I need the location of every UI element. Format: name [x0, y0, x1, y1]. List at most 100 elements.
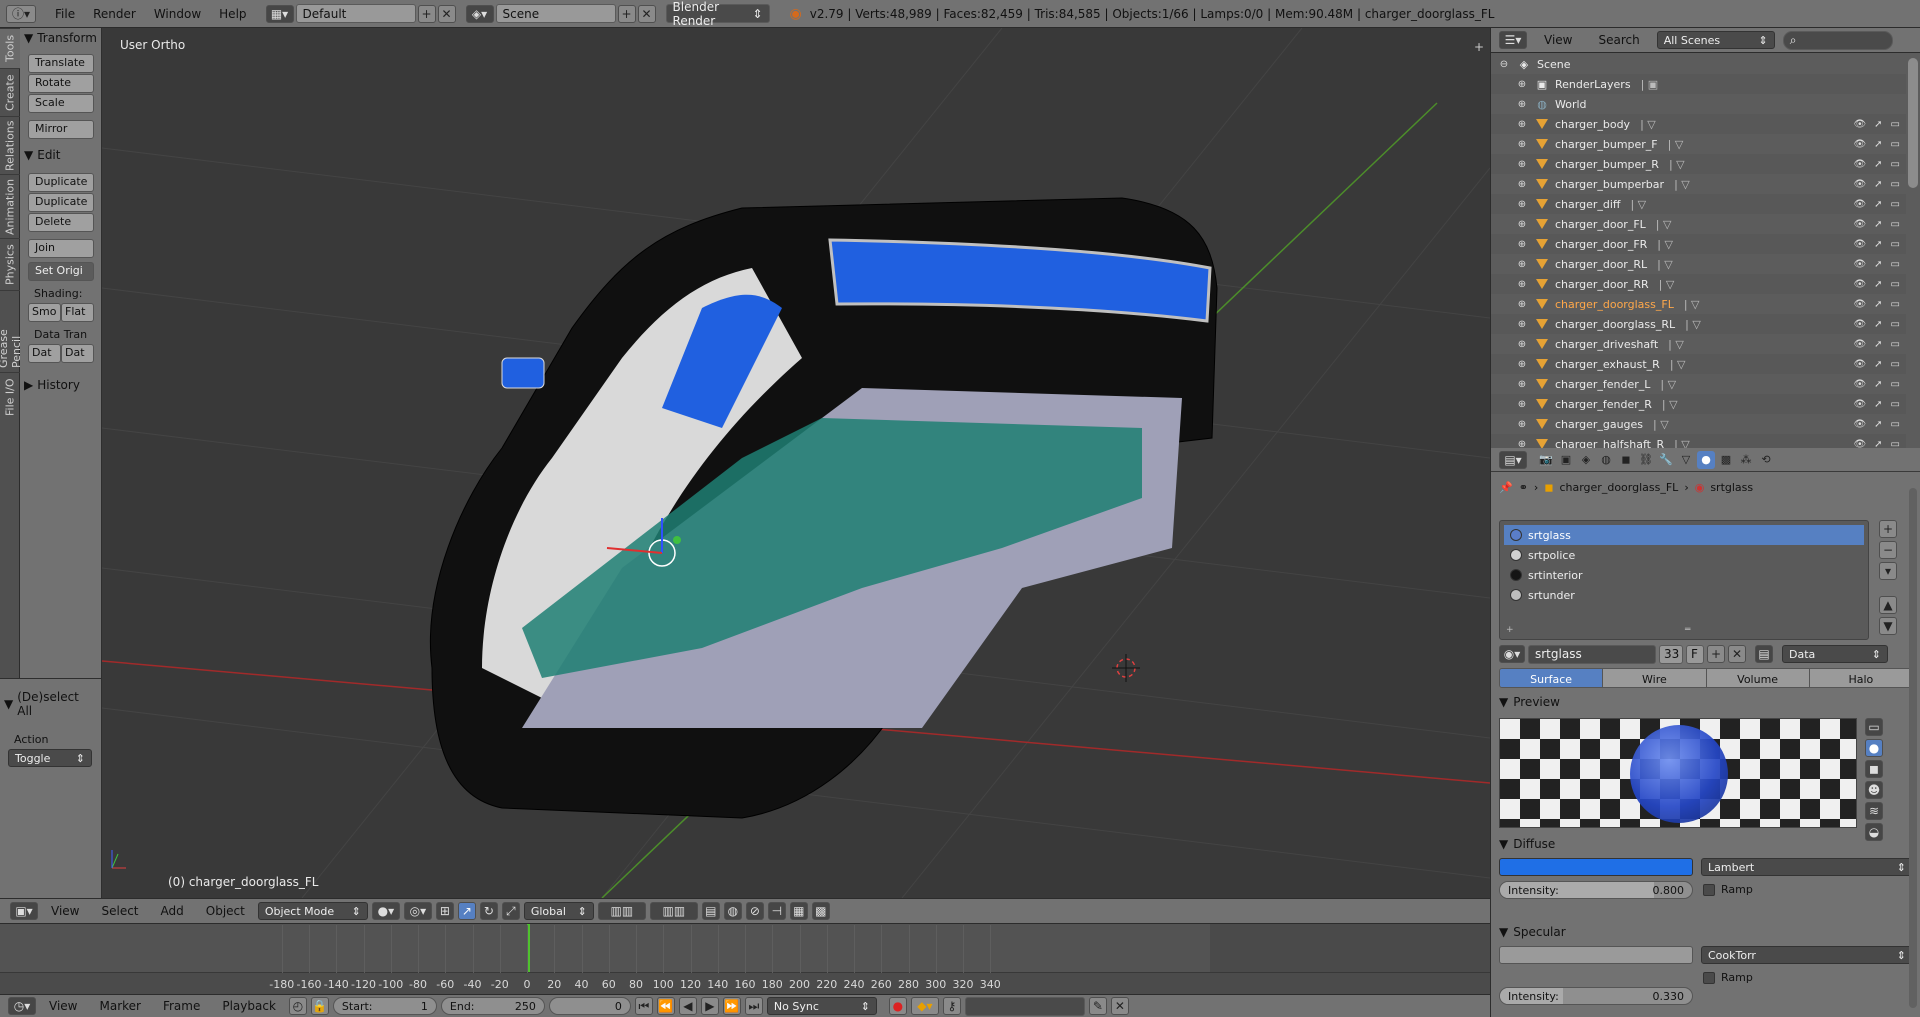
- outliner-item-name[interactable]: charger_gauges: [1555, 418, 1643, 431]
- translate-manipulator-icon[interactable]: ↗: [457, 902, 476, 920]
- properties-editor-type-icon[interactable]: ▤▾: [1499, 450, 1527, 469]
- tab-grease-pencil[interactable]: Grease Pencil: [0, 290, 23, 372]
- move-slot-up-icon[interactable]: ▲: [1879, 596, 1897, 614]
- expand-icon[interactable]: ⊕: [1515, 139, 1529, 150]
- duplicate-linked-button[interactable]: Duplicate: [28, 193, 94, 212]
- remove-slot-icon[interactable]: −: [1879, 541, 1897, 559]
- eye-icon[interactable]: 👁: [1853, 259, 1866, 270]
- cursor-select-icon[interactable]: ➚: [1874, 219, 1882, 230]
- render-camera-icon[interactable]: ▭: [1891, 419, 1900, 430]
- physics-tab-icon[interactable]: ⟲: [1757, 451, 1775, 469]
- expand-icon[interactable]: ⊕: [1515, 319, 1529, 330]
- record-icon[interactable]: ●: [888, 997, 907, 1015]
- tab-animation[interactable]: Animation: [0, 174, 20, 238]
- render-camera-icon[interactable]: ▭: [1891, 379, 1900, 390]
- specular-ramp-checkbox[interactable]: [1703, 971, 1715, 984]
- outliner-row[interactable]: ⊕ ◍ World: [1491, 94, 1906, 114]
- outliner-scrollbar[interactable]: [1908, 58, 1918, 188]
- save-material-icon[interactable]: ▤: [1755, 645, 1773, 663]
- delete-button[interactable]: Delete: [28, 213, 94, 232]
- surface-tab[interactable]: Surface: [1500, 669, 1604, 687]
- eye-icon[interactable]: 👁: [1853, 319, 1866, 330]
- join-button[interactable]: Join: [28, 239, 94, 258]
- material-slot[interactable]: srtunder: [1504, 585, 1864, 605]
- outliner-item-name[interactable]: World: [1555, 98, 1587, 111]
- mode-dropdown[interactable]: Object Mode ⇕: [257, 902, 368, 920]
- render-camera-icon[interactable]: ▭: [1891, 339, 1900, 350]
- outliner-row[interactable]: ⊕ charger_door_RR | ▽ 👁 ➚ ▭: [1491, 274, 1906, 294]
- menu-render[interactable]: Render: [84, 7, 145, 21]
- outliner-row[interactable]: ⊖ ◈ Scene: [1491, 54, 1906, 74]
- play-icon[interactable]: ▶: [700, 997, 719, 1015]
- diffuse-color-swatch[interactable]: [1499, 858, 1693, 876]
- menu-object[interactable]: Object: [197, 904, 254, 918]
- eye-icon[interactable]: 👁: [1853, 339, 1866, 350]
- expand-icon[interactable]: ⊕: [1515, 99, 1529, 110]
- render-camera-icon[interactable]: ▭: [1891, 119, 1900, 130]
- wire-tab[interactable]: Wire: [1603, 669, 1707, 687]
- shade-flat-button[interactable]: Flat: [61, 303, 94, 322]
- menu-outliner-view[interactable]: View: [1535, 33, 1581, 47]
- outliner-row[interactable]: ⊕ charger_halfshaft_R | ▽ 👁 ➚ ▭: [1491, 434, 1906, 448]
- expand-icon[interactable]: ⊕: [1515, 379, 1529, 390]
- render-tab-icon[interactable]: 📷: [1537, 451, 1555, 469]
- end-frame-field[interactable]: End: 250: [440, 997, 545, 1015]
- expand-icon[interactable]: ⊕: [1515, 299, 1529, 310]
- delete-keyframe-icon[interactable]: ✕: [1110, 997, 1129, 1015]
- mirror-button[interactable]: Mirror: [28, 120, 94, 139]
- screen-layout-icon[interactable]: ▦▾: [265, 4, 294, 23]
- outliner-row[interactable]: ⊕ charger_doorglass_FL | ▽ 👁 ➚ ▭: [1491, 294, 1906, 314]
- remove-scene-icon[interactable]: ✕: [637, 4, 656, 23]
- cursor-select-icon[interactable]: ➚: [1874, 299, 1882, 310]
- operator-panel-header[interactable]: ▼ (De)select All: [0, 687, 101, 721]
- render-camera-icon[interactable]: ▭: [1891, 279, 1900, 290]
- translate-button[interactable]: Translate: [28, 54, 94, 73]
- preview-sky-icon[interactable]: ◒: [1865, 823, 1883, 841]
- outliner-row[interactable]: ⊕ charger_door_FL | ▽ 👁 ➚ ▭: [1491, 214, 1906, 234]
- scale-button[interactable]: Scale: [28, 94, 94, 113]
- render-camera-icon[interactable]: ▭: [1891, 239, 1900, 250]
- move-slot-down-icon[interactable]: ▼: [1879, 617, 1897, 635]
- action-dropdown[interactable]: Toggle ⇕: [8, 749, 92, 767]
- preview-panel-header[interactable]: ▼ Preview: [1499, 695, 1560, 709]
- jump-key-back-icon[interactable]: ⏪: [656, 997, 675, 1015]
- jump-end-icon[interactable]: ⏭: [744, 997, 763, 1015]
- render-camera-icon[interactable]: ▭: [1891, 399, 1900, 410]
- info-editor-type-icon[interactable]: ⓘ▾: [6, 4, 36, 23]
- add-slot-icon[interactable]: +: [1879, 520, 1897, 538]
- preview-flat-icon[interactable]: ▭: [1865, 718, 1883, 736]
- outliner-row[interactable]: ⊕ charger_door_RL | ▽ 👁 ➚ ▭: [1491, 254, 1906, 274]
- outliner-item-name[interactable]: charger_driveshaft: [1555, 338, 1658, 351]
- opengl-render-icon[interactable]: ▩: [811, 902, 830, 920]
- expand-properties-icon[interactable]: +: [1474, 40, 1484, 54]
- 3d-viewport[interactable]: User Ortho (0) charger_doorglass_FL +: [102, 28, 1490, 898]
- eye-icon[interactable]: 👁: [1853, 439, 1866, 449]
- constraints-tab-icon[interactable]: ⛓: [1637, 451, 1655, 469]
- set-origin-dropdown[interactable]: Set Origi: [28, 262, 94, 281]
- menu-file[interactable]: File: [46, 7, 84, 21]
- scale-manipulator-icon[interactable]: ⤢: [501, 902, 520, 920]
- expand-icon[interactable]: ⊕: [1515, 79, 1529, 90]
- menu-marker[interactable]: Marker: [90, 999, 149, 1013]
- editor-type-icon[interactable]: ▣▾: [10, 902, 38, 920]
- outliner-row[interactable]: ⊕ charger_body | ▽ 👁 ➚ ▭: [1491, 114, 1906, 134]
- jump-start-icon[interactable]: ⏮: [634, 997, 653, 1015]
- eye-icon[interactable]: 👁: [1853, 219, 1866, 230]
- outliner-row[interactable]: ⊕ charger_doorglass_RL | ▽ 👁 ➚ ▭: [1491, 314, 1906, 334]
- collapse-icon[interactable]: ⊖: [1497, 59, 1511, 70]
- preview-hair-icon[interactable]: ≋: [1865, 802, 1883, 820]
- cursor-select-icon[interactable]: ➚: [1874, 239, 1882, 250]
- eye-icon[interactable]: 👁: [1853, 419, 1866, 430]
- expand-icon[interactable]: ⊕: [1515, 399, 1529, 410]
- outliner-search-input[interactable]: ⌕: [1782, 30, 1893, 50]
- screen-layout-field[interactable]: Default: [295, 4, 416, 23]
- remove-layout-icon[interactable]: ✕: [437, 4, 456, 23]
- render-camera-icon[interactable]: ▭: [1891, 179, 1900, 190]
- eye-icon[interactable]: 👁: [1853, 399, 1866, 410]
- volume-tab[interactable]: Volume: [1706, 669, 1810, 687]
- new-material-icon[interactable]: +: [1707, 645, 1725, 663]
- outliner-editor-type-icon[interactable]: ☰▾: [1499, 31, 1527, 49]
- outliner-row[interactable]: ⊕ charger_fender_R | ▽ 👁 ➚ ▭: [1491, 394, 1906, 414]
- outliner-row[interactable]: ⊕ charger_gauges | ▽ 👁 ➚ ▭: [1491, 414, 1906, 434]
- outliner-row[interactable]: ⊕ charger_bumper_F | ▽ 👁 ➚ ▭: [1491, 134, 1906, 154]
